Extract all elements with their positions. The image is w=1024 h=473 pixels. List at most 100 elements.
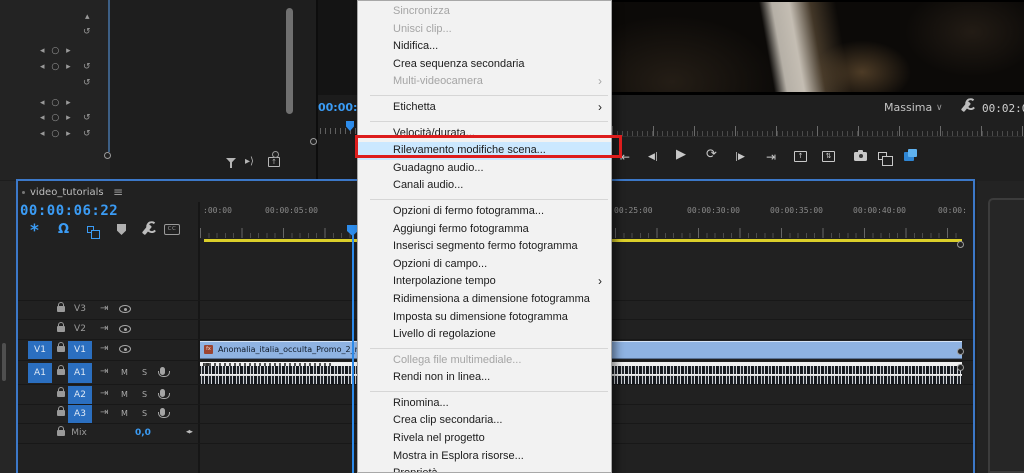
menu-item-unisci-clip[interactable]: Unisci clip...	[358, 21, 611, 39]
voiceover-mic-icon[interactable]	[157, 367, 170, 377]
reset-parameter-icon[interactable]: ↺	[83, 113, 93, 123]
menu-item-interpolazione-tempo[interactable]: Interpolazione tempo ›	[358, 273, 611, 291]
menu-item-multi-videocamera[interactable]: Multi-videocamera ›	[358, 73, 611, 91]
playback-quality-dropdown[interactable]: Massima	[884, 101, 932, 114]
gutter-scrollbar[interactable]	[2, 343, 6, 381]
snap-magnet-icon[interactable]: Ω	[58, 223, 69, 236]
sync-lock-icon[interactable]: ⇥	[100, 303, 108, 314]
play-around-icon[interactable]: ▸⟩	[245, 155, 254, 169]
nest-insert-icon[interactable]: *	[30, 223, 39, 240]
sequence-tab[interactable]: video_tutorials	[30, 187, 104, 198]
timeline-playhead-timecode[interactable]: 00:00:06:22	[20, 203, 118, 219]
menu-item-proprieta[interactable]: Proprietà	[358, 465, 611, 472]
menu-item-livello-di-regolazione[interactable]: Livello di regolazione	[358, 326, 611, 344]
export-icon[interactable]: ↑	[268, 157, 280, 167]
menu-item-rivela-nel-progetto[interactable]: Rivela nel progetto	[358, 430, 611, 448]
voiceover-mic-icon[interactable]	[157, 408, 170, 418]
source-patch-a1[interactable]: A1	[28, 363, 52, 383]
sync-lock-icon[interactable]: ⇥	[100, 323, 108, 334]
sync-lock-icon[interactable]: ⇥	[100, 407, 108, 418]
reset-parameter-icon[interactable]: ↺	[83, 62, 93, 72]
collapse-triangle-icon[interactable]: ▴	[85, 12, 92, 22]
track-output-eye-icon[interactable]	[119, 345, 131, 353]
track-name-v1[interactable]: V1	[68, 341, 92, 359]
solo-button[interactable]: S	[142, 409, 147, 418]
linked-selection-icon[interactable]	[87, 226, 100, 239]
lock-icon[interactable]	[57, 387, 65, 397]
keyframe-nav-icons[interactable]: ◂ ○ ▸	[40, 46, 73, 56]
track-name-a1[interactable]: A1	[68, 363, 92, 383]
scrollbar-handle[interactable]	[957, 241, 964, 248]
playhead-line[interactable]	[352, 235, 354, 473]
mix-volume-value[interactable]: 0,0	[135, 428, 151, 438]
sync-lock-icon[interactable]: ⇥	[100, 366, 108, 377]
lift-icon[interactable]: ↑	[794, 151, 807, 162]
mute-button[interactable]: M	[121, 368, 128, 377]
reset-parameter-icon[interactable]: ↺	[83, 27, 93, 37]
sync-lock-icon[interactable]: ⇥	[100, 388, 108, 399]
comparison-view-icon[interactable]	[878, 152, 893, 166]
menu-item-nidifica[interactable]: Nidifica...	[358, 38, 611, 56]
menu-item-rendi-non-in-linea[interactable]: Rendi non in linea...	[358, 369, 611, 387]
menu-item-etichetta[interactable]: Etichetta ›	[358, 99, 611, 117]
menu-item-crea-clip-secondaria[interactable]: Crea clip secondaria...	[358, 412, 611, 430]
keyframe-nav-icons[interactable]: ◂ ○ ▸	[40, 62, 73, 72]
lock-icon[interactable]	[57, 342, 65, 352]
scrollbar-handle[interactable]	[272, 151, 279, 158]
menu-item-imposta-su-dimensione-fotogramma[interactable]: Imposta su dimensione fotogramma	[358, 309, 611, 327]
track-name-v3[interactable]: V3	[68, 300, 92, 318]
lock-icon[interactable]	[57, 302, 65, 312]
menu-item-sincronizza[interactable]: Sincronizza	[358, 3, 611, 21]
track-name-a2[interactable]: A2	[68, 386, 92, 404]
menu-item-mostra-in-esplora-risorse[interactable]: Mostra in Esplora risorse...	[358, 448, 611, 466]
export-frame-camera-icon[interactable]	[854, 150, 867, 161]
captions-icon[interactable]: CC	[164, 224, 180, 235]
lock-icon[interactable]	[57, 406, 65, 416]
keyframe-nav-icons[interactable]: ◂ ○ ▸	[40, 129, 73, 139]
lock-icon[interactable]	[57, 365, 65, 375]
keyframe-nav-icons[interactable]: ◂ ○ ▸	[40, 98, 73, 108]
track-output-eye-icon[interactable]	[119, 325, 131, 333]
track-output-eye-icon[interactable]	[119, 305, 131, 313]
sync-lock-icon[interactable]: ⇥	[100, 343, 108, 354]
program-mini-ruler[interactable]	[612, 122, 1024, 137]
menu-item-ridimensiona-a-dimensione-fotogramma[interactable]: Ridimensiona a dimensione fotogramma	[358, 291, 611, 309]
menu-item-inserisci-segmento-fermo-fotogramma[interactable]: Inserisci segmento fermo fotogramma	[358, 238, 611, 256]
multicam-toggle-icon[interactable]	[904, 149, 917, 161]
monitor-settings-wrench-icon[interactable]	[960, 101, 971, 112]
menu-item-crea-sequenza-secondaria[interactable]: Crea sequenza secondaria	[358, 56, 611, 74]
mute-button[interactable]: M	[121, 390, 128, 399]
menu-item-opzioni-di-campo[interactable]: Opzioni di campo...	[358, 256, 611, 274]
menu-item-rinomina[interactable]: Rinomina...	[358, 395, 611, 413]
scrollbar-handle[interactable]	[957, 364, 964, 371]
panel-menu-icon[interactable]: ≡	[113, 185, 123, 199]
play-icon[interactable]: ▶	[676, 148, 686, 162]
vertical-scrollbar[interactable]	[286, 8, 293, 114]
goto-out-icon[interactable]: ⇥	[766, 150, 776, 164]
solo-button[interactable]: S	[142, 390, 147, 399]
keyframe-nav-icons[interactable]: ◂ ○ ▸	[40, 113, 73, 123]
reset-parameter-icon[interactable]: ↺	[83, 78, 93, 88]
menu-item-aggiungi-fermo-fotogramma[interactable]: Aggiungi fermo fotogramma	[358, 221, 611, 239]
scrollbar-handle[interactable]	[310, 138, 317, 145]
solo-button[interactable]: S	[142, 368, 147, 377]
scrollbar-handle[interactable]	[104, 152, 111, 159]
menu-item-collega-file-multimediale[interactable]: Collega file multimediale...	[358, 352, 611, 370]
play-in-out-icon[interactable]: ⟳	[706, 148, 717, 162]
step-back-icon[interactable]: ◀|	[648, 150, 658, 164]
menu-item-opzioni-fermo-fotogramma[interactable]: Opzioni di fermo fotogramma...	[358, 203, 611, 221]
track-name-a3[interactable]: A3	[68, 405, 92, 423]
extract-icon[interactable]: ⇅	[822, 151, 835, 162]
keyframe-nav-icon[interactable]: ◂◆▸	[186, 429, 193, 435]
voiceover-mic-icon[interactable]	[157, 389, 170, 399]
menu-item-guadagno-audio[interactable]: Guadagno audio...	[358, 160, 611, 178]
step-forward-icon[interactable]: |▶	[735, 150, 745, 164]
reset-parameter-icon[interactable]: ↺	[83, 129, 93, 139]
menu-item-canali-audio[interactable]: Canali audio...	[358, 177, 611, 195]
source-patch-v1[interactable]: V1	[28, 341, 52, 359]
mute-button[interactable]: M	[121, 409, 128, 418]
chevron-down-icon[interactable]: ∨	[936, 103, 943, 113]
scrollbar-handle[interactable]	[957, 348, 964, 355]
track-name-v2[interactable]: V2	[68, 320, 92, 338]
lock-icon[interactable]	[57, 322, 65, 332]
